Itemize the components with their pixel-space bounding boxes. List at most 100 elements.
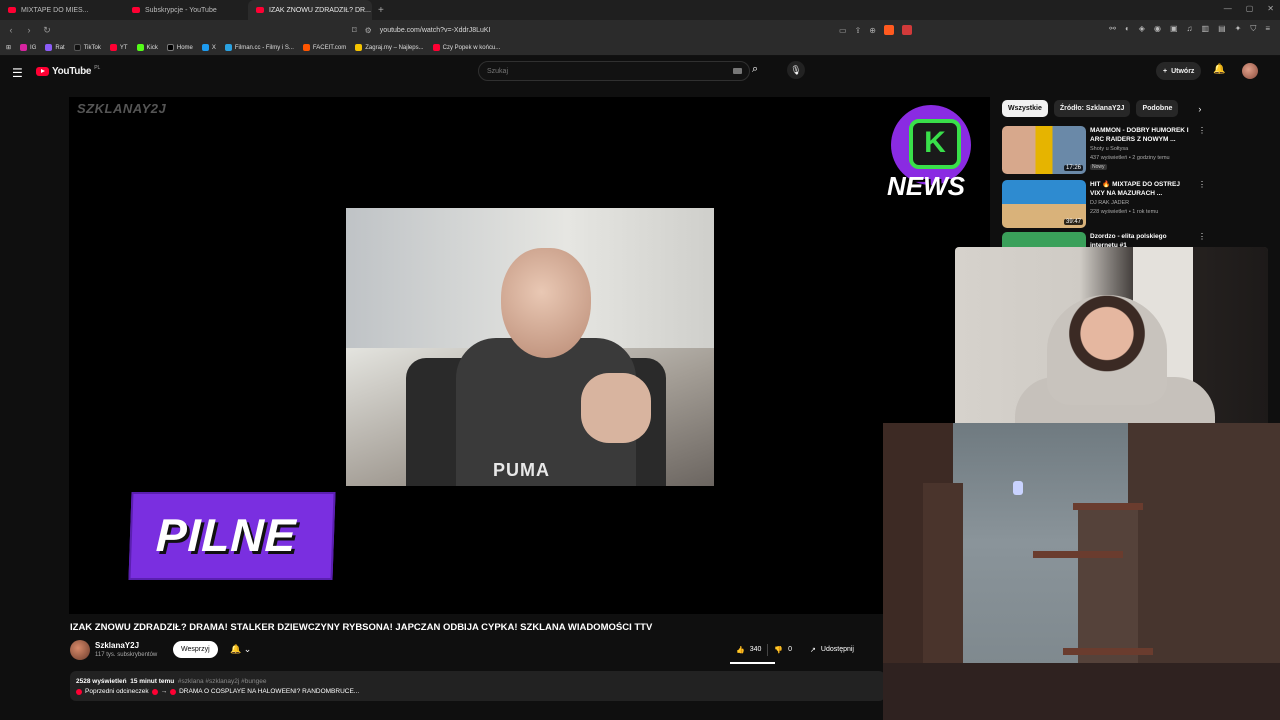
share-button[interactable]: ↗ Udostępnij: [802, 640, 862, 659]
previous-link[interactable]: DRAMA O COSPLAYE NA HALOWEENI? RANDOMBRU…: [179, 688, 359, 695]
chevron-right-icon[interactable]: ›: [1198, 104, 1201, 114]
bookmark-item[interactable]: FACEIT.com: [302, 44, 346, 51]
bookmark-item[interactable]: X: [201, 44, 216, 51]
chip-source[interactable]: Źródło: SzklanaY2J: [1053, 100, 1131, 117]
browser-tab[interactable]: Subskrypcje - YouTube: [124, 0, 248, 20]
recommendation-thumbnail[interactable]: [1002, 232, 1086, 248]
menu-icon[interactable]: ≡: [1265, 24, 1270, 34]
maximize-icon[interactable]: ▢: [1246, 4, 1254, 13]
more-options-icon[interactable]: ⋮: [1198, 126, 1206, 135]
channel-name[interactable]: SzklanaY2J: [95, 641, 139, 650]
extension-icon[interactable]: ▣: [1170, 24, 1178, 34]
apps-icon[interactable]: ⊞: [6, 44, 11, 51]
youtube-icon: [109, 44, 117, 51]
hashtags[interactable]: #szklana #szklanay2j #bungee: [178, 678, 267, 685]
sidebar-icon[interactable]: ▥: [1202, 24, 1210, 34]
minimize-icon[interactable]: —: [1224, 4, 1232, 13]
youtube-favicon-icon: [8, 7, 16, 13]
browser-tab-strip: MIXTAPE DO MIES... Subskrypcje - YouTube…: [0, 0, 1280, 20]
more-options-icon[interactable]: ⋮: [1198, 180, 1206, 189]
thumbs-up-icon: 👍: [736, 646, 745, 654]
keyboard-icon[interactable]: [733, 68, 742, 74]
window-controls: — ▢ ✕: [1224, 4, 1274, 13]
pilne-overlay: PILNE: [128, 492, 336, 580]
extension-icon[interactable]: ◈: [1139, 24, 1145, 34]
reload-icon[interactable]: ↻: [40, 25, 54, 36]
channel-avatar[interactable]: [70, 640, 90, 660]
bookmark-icon[interactable]: ⌑: [352, 25, 357, 36]
recommendation-item[interactable]: 39:47 HIT 🔥 MIXTAPE DO OSTREJ VIXY NA MA…: [1002, 180, 1210, 230]
bookmark-item[interactable]: IG: [20, 44, 36, 51]
bookmark-item[interactable]: Filman.cc - Filmy i S...: [224, 44, 294, 51]
extension-icon[interactable]: ◉: [1154, 24, 1161, 34]
recommendation-views: 437 wyświetleń • 2 godziny temu: [1090, 155, 1170, 161]
back-icon[interactable]: ‹: [4, 25, 18, 35]
brave-shield-icon[interactable]: [884, 25, 894, 35]
browser-toolbar: ‹ › ↻ ⌑ ⚙ youtube.com/watch?v=-XddrJ8LuK…: [0, 20, 1280, 40]
recommendation-channel[interactable]: DJ RAK JADER: [1090, 200, 1129, 206]
recommendation-item[interactable]: 17:26 MAMMON - DOBRY HUMOREK I ARC RAIDE…: [1002, 126, 1210, 176]
media-icon[interactable]: ♫: [1187, 24, 1193, 34]
recommendation-channel[interactable]: Shoty u Sołtysa: [1090, 146, 1128, 152]
bookmark-item[interactable]: Rat: [45, 44, 65, 51]
address-bar[interactable]: ⌑ ⚙ youtube.com/watch?v=-XddrJ8LuKI ▭ ⇪ …: [352, 23, 912, 37]
view-count: 2528 wyświetleń: [76, 678, 127, 685]
description-box[interactable]: 2528 wyświetleń 15 minut temu #szklana #…: [70, 671, 885, 701]
recommendation-title[interactable]: Dzordzo - elita polskiego internetu #1: [1090, 232, 1194, 248]
faceit-icon: [302, 44, 310, 51]
bell-icon: 🔔: [230, 644, 242, 654]
like-button[interactable]: 👍 340: [730, 640, 767, 659]
cast-icon[interactable]: ▭: [839, 26, 847, 35]
support-button[interactable]: Wesprzyj: [173, 641, 218, 658]
url-text[interactable]: youtube.com/watch?v=-XddrJ8LuKI: [380, 27, 491, 34]
close-window-icon[interactable]: ✕: [1267, 4, 1274, 13]
bookmark-item[interactable]: Kick: [136, 44, 158, 51]
forward-icon[interactable]: ›: [22, 25, 36, 35]
recommendation-thumbnail[interactable]: 17:26: [1002, 126, 1086, 174]
previous-episode-line: Poprzedni odcineczek → DRAMA O COSPLAYE …: [76, 688, 879, 695]
chip-all[interactable]: Wszystkie: [1002, 100, 1048, 117]
browser-tab[interactable]: MIXTAPE DO MIES...: [0, 0, 124, 20]
bookmark-item[interactable]: TikTok: [73, 44, 101, 51]
tab-title: Subskrypcje - YouTube: [145, 6, 217, 14]
bookmark-item[interactable]: YT: [109, 44, 128, 51]
more-options-icon[interactable]: ⋮: [1198, 232, 1206, 241]
rewards-icon[interactable]: [902, 25, 912, 35]
hamburger-menu-icon[interactable]: ☰: [12, 66, 23, 80]
bookmark-favicon-icon: [201, 44, 209, 51]
notification-bell-button[interactable]: 🔔 ⌄: [223, 641, 258, 658]
arrow-icon: →: [160, 688, 168, 695]
bookmark-item[interactable]: Czy Popek w końcu...: [432, 44, 500, 51]
share-icon: ↗: [810, 646, 816, 654]
youtube-logo[interactable]: YouTube PL: [36, 65, 100, 77]
share-page-icon[interactable]: ⇪: [855, 26, 862, 35]
recommendation-thumbnail[interactable]: 39:47: [1002, 180, 1086, 228]
video-clip-frame: PUMA: [346, 208, 714, 486]
bookmark-item[interactable]: Home: [166, 44, 193, 51]
recommendation-title[interactable]: MAMMON - DOBRY HUMOREK I ARC RAIDERS Z N…: [1090, 126, 1194, 144]
game-ground: [883, 663, 1280, 720]
search-input[interactable]: Szukaj: [478, 61, 750, 81]
chip-related[interactable]: Podobne: [1136, 100, 1179, 117]
browser-tab-active[interactable]: IZAK ZNOWU ZDRADZIŁ? DR... ✕: [248, 0, 372, 20]
notifications-icon[interactable]: 🔔: [1213, 64, 1225, 75]
new-tab-icon[interactable]: +: [372, 5, 390, 16]
vpn-icon[interactable]: ⚯: [1109, 24, 1116, 34]
dislike-button[interactable]: 👎 0: [768, 640, 798, 659]
bookmark-item[interactable]: Zagraj.my – Najleps...: [355, 44, 424, 51]
zoom-icon[interactable]: ⊕: [869, 26, 876, 35]
video-player[interactable]: SZKLANAY2J K NEWS PUMA PILNE: [69, 97, 990, 614]
leo-icon[interactable]: ✦: [1235, 24, 1242, 34]
engagement-bar: 👍 340 👎 0 ↗ Udostępnij: [730, 640, 862, 659]
shield-icon[interactable]: ⛉: [1250, 24, 1256, 34]
recommendation-item[interactable]: Dzordzo - elita polskiego internetu #1 ⋮: [1002, 232, 1210, 248]
microphone-icon[interactable]: 🎙: [787, 61, 805, 79]
avatar[interactable]: [1242, 63, 1258, 79]
recommendation-title[interactable]: HIT 🔥 MIXTAPE DO OSTREJ VIXY NA MAZURACH…: [1090, 180, 1194, 198]
wallet-icon[interactable]: ▤: [1218, 24, 1226, 34]
create-button[interactable]: + Utwórz: [1156, 62, 1202, 80]
search-icon[interactable]: ⌕: [752, 63, 758, 76]
site-info-icon[interactable]: ⚙: [365, 26, 372, 35]
logo-text: YouTube: [52, 66, 92, 77]
translate-icon[interactable]: ◐: [1125, 24, 1130, 34]
